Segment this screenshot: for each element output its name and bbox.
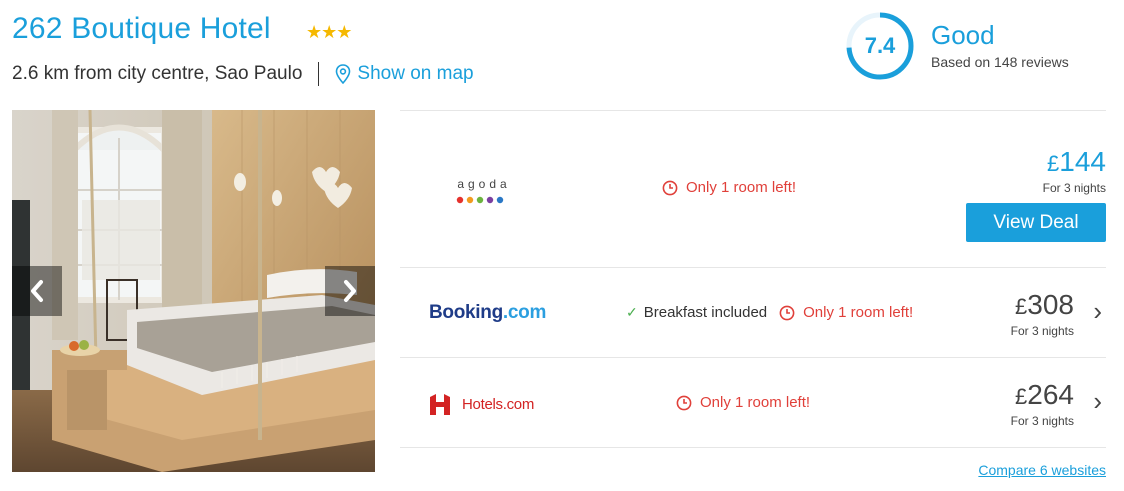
availability-alert: Only 1 room left! <box>662 179 796 196</box>
price-amount: £308 <box>1011 290 1074 322</box>
checkmark-icon: ✓ <box>626 304 638 320</box>
deal-notes: Only 1 room left! <box>676 394 810 411</box>
map-pin-icon <box>336 64 351 84</box>
divider <box>318 62 320 86</box>
price-nights: For 3 nights <box>1010 414 1074 428</box>
show-on-map-link[interactable]: Show on map <box>335 63 474 85</box>
deal-row-booking[interactable]: Booking.com ✓ Breakfast included Only 1 … <box>400 268 1106 358</box>
clock-icon <box>779 305 795 320</box>
currency-symbol: £ <box>1047 151 1060 176</box>
review-count[interactable]: Based on 148 reviews <box>931 54 1069 70</box>
clock-icon <box>676 395 692 410</box>
review-score-badge[interactable]: 7.4 <box>845 11 915 81</box>
availability-text: Only 1 room left! <box>686 179 797 196</box>
hotel-name[interactable]: 262 Boutique Hotel <box>12 12 271 46</box>
price-amount: £144 <box>1043 147 1106 179</box>
price-value: 264 <box>1027 379 1074 410</box>
review-score-value: 7.4 <box>864 33 896 58</box>
rating-label: Good <box>931 20 995 50</box>
price-nights: For 3 nights <box>1010 324 1074 338</box>
availability-text: Only 1 room left! <box>700 394 811 411</box>
availability-text: Only 1 room left! <box>803 304 914 321</box>
booking-logo-suffix: .com <box>502 302 547 323</box>
gallery-next-button[interactable] <box>325 266 375 316</box>
deal-price-agoda[interactable]: £144 For 3 nights <box>1042 147 1106 196</box>
chevron-right-icon[interactable]: › <box>1093 296 1102 327</box>
hotels-h-icon <box>430 394 450 415</box>
booking-logo[interactable]: Booking.com <box>429 302 546 324</box>
chevron-right-icon <box>344 280 356 302</box>
booking-logo-main: Booking <box>429 302 503 323</box>
deal-notes: Only 1 room left! <box>662 179 796 196</box>
compare-websites-link[interactable]: Compare 6 websites <box>978 462 1106 478</box>
hotel-location-line: 2.6 km from city centre, Sao Paulo Show … <box>12 62 474 86</box>
gallery-prev-button[interactable] <box>12 266 62 316</box>
agoda-logo-text: agoda <box>457 177 511 191</box>
price-value: 308 <box>1027 289 1074 320</box>
star-rating-icon: ★★★ <box>306 22 352 42</box>
deal-row-agoda[interactable]: agoda Only 1 room left! £144 For 3 night… <box>400 111 1106 268</box>
distance-text: 2.6 km from city centre, Sao Paulo <box>12 63 303 84</box>
price-nights: For 3 nights <box>1042 181 1106 195</box>
hotels-com-logo[interactable]: Hotels.com <box>428 391 534 417</box>
breakfast-text: Breakfast included <box>643 304 768 321</box>
deal-price-hotels[interactable]: £264 For 3 nights <box>1010 380 1074 429</box>
breakfast-included: ✓ Breakfast included <box>626 304 767 321</box>
deal-price-booking[interactable]: £308 For 3 nights <box>1010 290 1074 339</box>
agoda-logo[interactable]: agoda <box>454 177 514 209</box>
currency-symbol: £ <box>1015 384 1028 409</box>
deal-notes: ✓ Breakfast included Only 1 room left! <box>626 304 913 321</box>
show-on-map-label: Show on map <box>357 63 474 84</box>
view-deal-button[interactable]: View Deal <box>966 203 1106 242</box>
clock-icon <box>662 180 678 195</box>
hotels-com-text: Hotels.com <box>462 395 535 413</box>
chevron-right-icon[interactable]: › <box>1093 386 1102 417</box>
chevron-left-icon <box>31 280 43 302</box>
agoda-dots-icon <box>456 196 504 204</box>
availability-alert: Only 1 room left! <box>779 304 913 321</box>
currency-symbol: £ <box>1015 294 1028 319</box>
deals-list: agoda Only 1 room left! £144 For 3 night… <box>400 110 1106 448</box>
bedroom-image <box>12 110 375 472</box>
hotel-photo[interactable] <box>12 110 375 472</box>
price-value: 144 <box>1059 146 1106 177</box>
deal-row-hotels[interactable]: Hotels.com Only 1 room left! £264 For 3 … <box>400 358 1106 448</box>
price-amount: £264 <box>1011 380 1074 412</box>
availability-alert: Only 1 room left! <box>676 394 810 411</box>
